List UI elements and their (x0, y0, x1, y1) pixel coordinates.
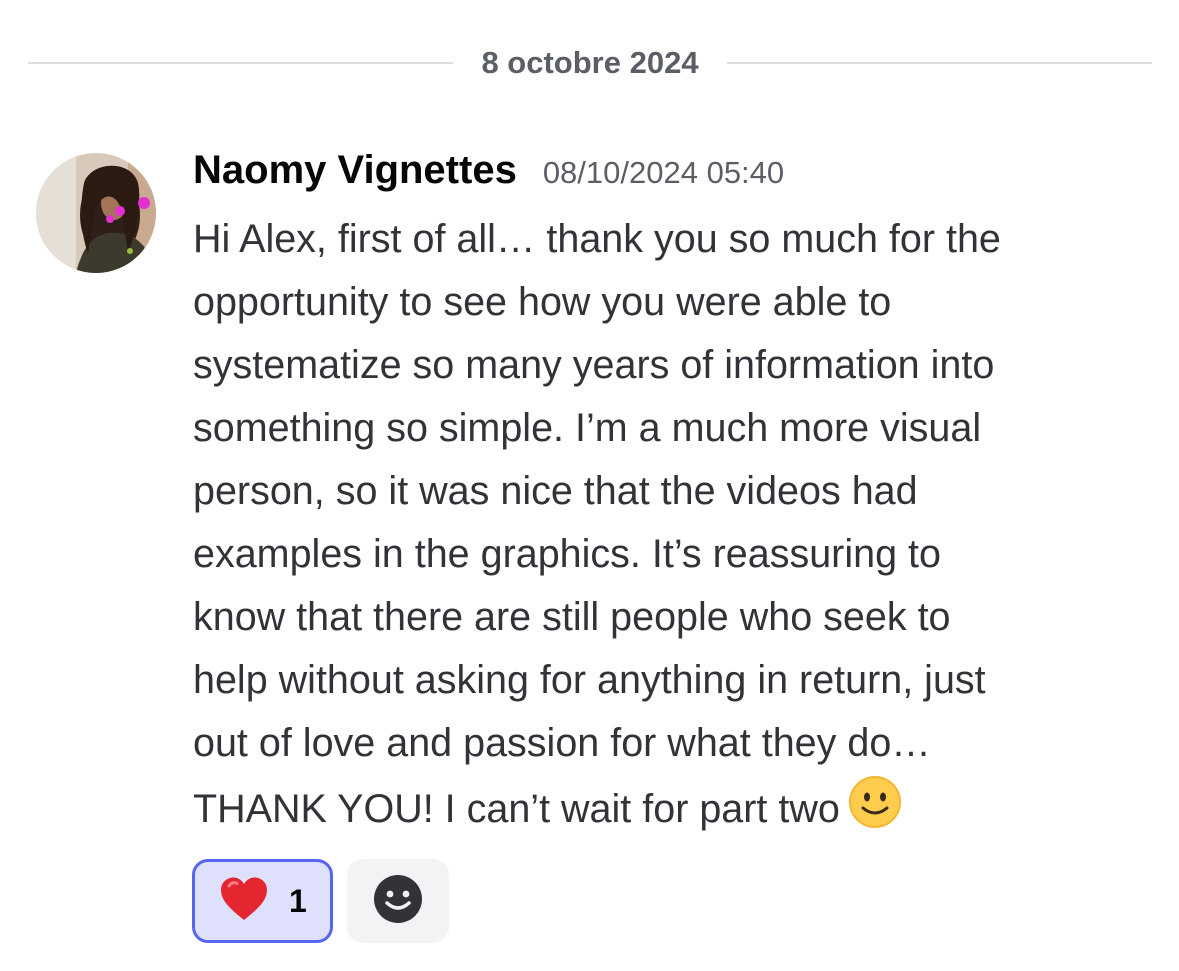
reaction-heart[interactable]: 1 (192, 859, 333, 943)
message-line: help without asking for anything in retu… (193, 658, 986, 702)
slightly-smiling-face-icon (848, 775, 902, 829)
add-reaction-button[interactable] (347, 859, 449, 943)
add-reaction-smiley-icon (372, 873, 424, 930)
message-line: opportunity to see how you were able to (193, 280, 892, 324)
date-divider-label: 8 octobre 2024 (481, 45, 699, 80)
reactions-bar: 1 (192, 859, 449, 943)
message-line: out of love and passion for what they do… (193, 721, 931, 765)
message-header: Naomy Vignettes 08/10/2024 05:40 (193, 148, 784, 204)
message-timestamp: 08/10/2024 05:40 (542, 155, 785, 190)
message-line: examples in the graphics. It’s reassurin… (193, 532, 941, 576)
author-name[interactable]: Naomy Vignettes (193, 148, 517, 193)
reaction-count: 1 (289, 882, 307, 919)
divider-line-left (28, 62, 454, 64)
message-line: Hi Alex, first of all… thank you so much… (193, 217, 1001, 261)
message-line: person, so it was nice that the videos h… (193, 469, 918, 513)
date-divider: 8 octobre 2024 (28, 38, 1153, 88)
message-line: know that there are still people who see… (193, 595, 951, 639)
divider-line-right (726, 62, 1153, 64)
message-content: Hi Alex, first of all… thank you so much… (193, 208, 1153, 841)
red-heart-icon (219, 876, 269, 927)
message-line: something so simple. I’m a much more vis… (193, 406, 982, 450)
message-line: THANK YOU! I can’t wait for part two (193, 787, 840, 831)
avatar[interactable] (36, 153, 156, 273)
message-line: systematize so many years of information… (193, 343, 995, 387)
message-line-last: THANK YOU! I can’t wait for part two (193, 775, 1153, 841)
